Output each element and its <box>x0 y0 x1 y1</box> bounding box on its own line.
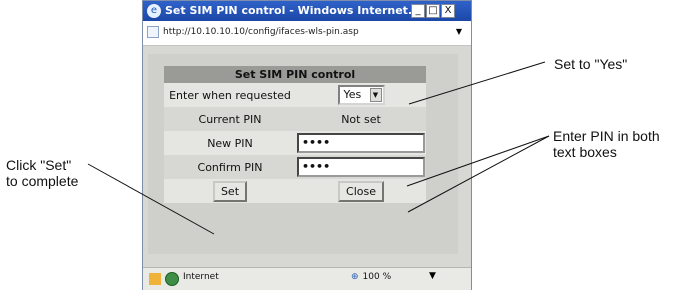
browser-window: e Set SIM PIN control - Windows Internet… <box>142 0 472 290</box>
zoom-level: 100 % <box>362 272 392 282</box>
zoom-dropdown-icon[interactable]: ▼ <box>429 271 436 281</box>
new-pin-label: New PIN <box>207 136 253 150</box>
close-window-button[interactable]: X <box>441 4 455 18</box>
close-button[interactable]: Close <box>338 180 384 202</box>
address-dropdown-icon[interactable]: ▼ <box>453 26 465 38</box>
current-pin-value: Not set <box>341 112 381 126</box>
sim-pin-form: Set SIM PIN control Enter when requested… <box>164 66 426 203</box>
select-value: Yes <box>343 88 362 101</box>
enter-when-requested-label: Enter when requested <box>169 88 291 102</box>
annotation-click-set-line-1: Click "Set" <box>6 157 72 173</box>
confirm-pin-label: Confirm PIN <box>197 160 263 174</box>
annotation-enter-pin: Enter PIN in both text boxes <box>553 128 660 160</box>
internet-explorer-icon: e <box>147 4 161 18</box>
annotation-enter-pin-line-1: Enter PIN in both <box>553 128 660 144</box>
window-title: Set SIM PIN control - Windows Internet..… <box>165 4 421 17</box>
maximize-button[interactable]: □ <box>426 4 440 18</box>
form-title: Set SIM PIN control <box>164 66 426 83</box>
chevron-down-icon: ▼ <box>369 88 382 102</box>
page-icon <box>147 26 159 38</box>
annotation-enter-pin-line-2: text boxes <box>553 144 617 160</box>
new-pin-field[interactable]: •••• <box>297 133 425 153</box>
status-bar: Internet ⊕ 100 % ▼ <box>143 267 471 290</box>
set-button[interactable]: Set <box>212 180 248 202</box>
enter-when-requested-select[interactable]: Yes ▼ <box>337 85 385 105</box>
annotation-set-to-yes: Set to "Yes" <box>554 56 628 72</box>
status-page-icon <box>149 273 161 285</box>
globe-icon <box>165 272 179 286</box>
annotation-click-set: Click "Set" to complete <box>6 157 78 189</box>
current-pin-label: Current PIN <box>198 112 262 126</box>
address-bar[interactable]: http://10.10.10.10/config/ifaces-wls-pin… <box>143 21 471 46</box>
zoom-icon: ⊕ <box>351 272 359 282</box>
title-bar: e Set SIM PIN control - Windows Internet… <box>143 1 471 21</box>
minimize-button[interactable]: _ <box>411 4 425 18</box>
page-content: Set SIM PIN control Enter when requested… <box>148 54 458 254</box>
address-url[interactable]: http://10.10.10.10/config/ifaces-wls-pin… <box>163 27 359 37</box>
security-zone: Internet <box>183 272 219 282</box>
annotation-click-set-line-2: to complete <box>6 173 79 189</box>
zoom-control[interactable]: ⊕ 100 % <box>351 272 391 282</box>
confirm-pin-field[interactable]: •••• <box>297 157 425 177</box>
